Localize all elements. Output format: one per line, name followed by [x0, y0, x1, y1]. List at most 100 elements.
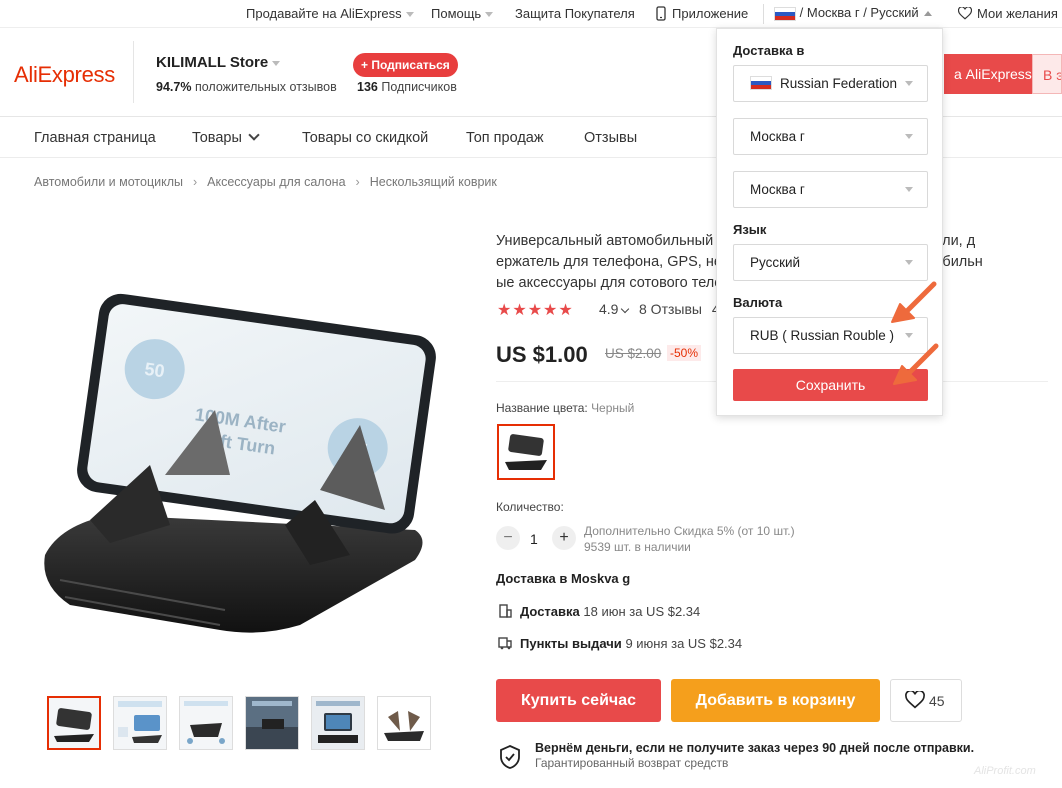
add-to-cart-button[interactable]: Добавить в корзину — [671, 679, 880, 722]
thumbnail-2[interactable] — [113, 696, 167, 750]
country-value: Russian Federation — [780, 76, 898, 91]
nav-reviews[interactable]: Отзывы — [584, 130, 637, 146]
nav-top-sellers[interactable]: Топ продаж — [466, 130, 544, 146]
nav-products-label: Товары — [192, 130, 242, 146]
app-link[interactable]: Приложение — [656, 6, 748, 22]
chevron-down-icon — [905, 187, 913, 192]
currency-label: Валюта — [733, 295, 783, 310]
heart-icon — [905, 690, 925, 709]
watermark: AliProfit.com — [974, 765, 1036, 777]
locale-selector[interactable]: / Москва г / Русский — [774, 5, 932, 21]
product-main-image[interactable]: 100M After Left Turn 50 25 — [30, 225, 460, 665]
nav-products[interactable]: Товары — [192, 129, 260, 146]
delivery-label: Доставка — [520, 604, 580, 619]
annotation-arrows — [891, 281, 939, 385]
chevron-down-icon — [485, 12, 494, 18]
thumbnail-image — [312, 697, 364, 749]
quantity-increase-button[interactable]: + — [552, 526, 576, 550]
rating-number: 4.9 — [599, 301, 619, 317]
pickup-label: Пункты выдачи — [520, 636, 622, 651]
subscribers-count: 136 Подписчиков — [357, 80, 457, 94]
wishlist-link[interactable]: Мои желания — [957, 6, 1058, 21]
russia-flag-icon — [774, 6, 796, 21]
quantity-decrease-button[interactable]: − — [496, 526, 520, 550]
phone-icon — [656, 6, 666, 21]
rating-value: 94.7% — [156, 80, 192, 94]
nav-discounts[interactable]: Товары со скидкой — [302, 130, 428, 146]
store-rating: 94.7% положительных отзывов — [156, 80, 337, 94]
language-select[interactable]: Русский — [733, 244, 928, 281]
reviews-label: 8 Отзывы — [639, 301, 702, 317]
breadcrumb-item[interactable]: Автомобили и мотоциклы — [34, 175, 183, 189]
region-value: Москва г — [750, 129, 805, 144]
shipping-destination[interactable]: Доставка в Moskva g — [496, 571, 630, 586]
nav-home[interactable]: Главная страница — [34, 130, 156, 146]
open-in-app-button[interactable]: а AliExpress — [944, 54, 1032, 94]
rating-stars: ★★★★★ — [497, 302, 574, 319]
thumbnail-image — [54, 708, 94, 742]
thumbnail-3[interactable] — [179, 696, 233, 750]
chevron-down-icon — [248, 129, 260, 141]
sell-label: Продавайте на AliExpress — [246, 6, 402, 21]
subscribe-button[interactable]: + Подписаться — [353, 53, 458, 77]
thumbnail-4[interactable] — [245, 696, 299, 750]
chevron-down-icon — [905, 260, 913, 265]
divider — [763, 4, 764, 24]
svg-text:50: 50 — [143, 359, 166, 382]
subscribers-text: Подписчиков — [381, 80, 457, 94]
thumbnail-image — [184, 701, 228, 744]
currency-value: RUB ( Russian Rouble ) — [750, 328, 895, 343]
thumbnail-image — [378, 697, 430, 749]
buyer-protection-link[interactable]: Защита Покупателя — [515, 6, 635, 21]
city-value: Москва г — [750, 182, 805, 197]
breadcrumb-item[interactable]: Нескользящий коврик — [370, 175, 497, 189]
store-name[interactable]: KILIMALL Store — [156, 54, 281, 71]
quantity-value[interactable]: 1 — [530, 531, 538, 547]
chevron-up-icon — [923, 11, 932, 17]
secondary-cta-button[interactable]: В э — [1032, 54, 1062, 94]
old-price: US $2.00 — [605, 346, 662, 361]
language-value: Русский — [750, 255, 801, 270]
chevron-down-icon — [405, 12, 414, 18]
reviews-link[interactable]: 8 Отзывы 4 — [639, 301, 720, 317]
product-price: US $1.00 — [496, 342, 588, 367]
help-link[interactable]: Помощь — [431, 6, 494, 21]
chevron-down-icon — [272, 60, 281, 66]
bulk-discount-note: Дополнительно Скидка 5% (от 10 шт.) — [584, 524, 795, 538]
delivery-option: Доставка 18 июн за US $2.34 — [498, 603, 701, 620]
delivery-detail: 18 июн за US $2.34 — [583, 604, 701, 619]
stock-count: 9539 шт. в наличии — [584, 540, 691, 554]
rating-value[interactable]: 4.9 — [599, 301, 630, 317]
aliexpress-logo[interactable]: AliExpress — [14, 62, 115, 88]
thumbnail-image — [118, 701, 162, 743]
guarantee-subtitle: Гарантированный возврат средств — [535, 756, 729, 770]
color-swatch-black[interactable] — [497, 424, 555, 480]
wishlist-count: 45 — [929, 693, 945, 709]
country-select[interactable]: Russian Federation — [733, 65, 928, 102]
thumbnail-5[interactable] — [311, 696, 365, 750]
breadcrumb: Автомобили и мотоциклы › Аксессуары для са… — [34, 175, 497, 189]
phone-holder-image: 100M After Left Turn 50 25 — [44, 293, 436, 633]
chevron-down-icon — [905, 134, 913, 139]
chevron-down-icon — [905, 81, 913, 86]
store-name-label: KILIMALL Store — [156, 54, 269, 71]
language-label: Язык — [733, 222, 767, 237]
pickup-point-icon — [498, 636, 512, 649]
sell-on-aliexpress-link[interactable]: Продавайте на AliExpress — [246, 6, 414, 21]
thumbnail-6[interactable] — [377, 696, 431, 750]
quantity-label: Количество: — [496, 500, 564, 514]
arrow-pointer-icon — [893, 343, 939, 385]
wishlist-label: Мои желания — [977, 6, 1058, 21]
russia-flag-icon — [750, 76, 772, 91]
thumbnail-image — [246, 697, 298, 749]
city-select[interactable]: Москва г — [733, 171, 928, 208]
add-to-wishlist-button[interactable]: 45 — [890, 679, 962, 722]
region-select[interactable]: Москва г — [733, 118, 928, 155]
color-label: Название цвета: Черный — [496, 401, 634, 415]
thumbnail-1[interactable] — [47, 696, 101, 750]
app-label: Приложение — [672, 6, 749, 21]
buy-now-button[interactable]: Купить сейчас — [496, 679, 661, 722]
color-label-text: Название цвета: — [496, 401, 588, 415]
breadcrumb-item[interactable]: Аксессуары для салона — [207, 175, 345, 189]
chevron-down-icon — [621, 304, 630, 314]
